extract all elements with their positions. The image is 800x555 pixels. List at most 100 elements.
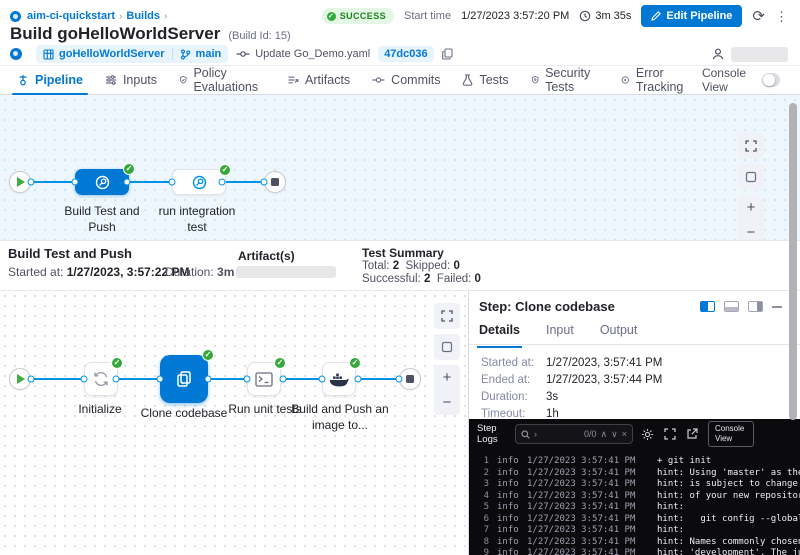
tab-error-tracking[interactable]: Error Tracking (610, 66, 701, 94)
elapsed-time: 3m 35s (595, 10, 631, 22)
console-view-label: Console View (702, 66, 754, 94)
fullscreen-button[interactable] (738, 133, 764, 159)
tab-tests[interactable]: Tests (451, 66, 519, 94)
connector-dot (244, 376, 251, 383)
layout-right-view-icon[interactable] (748, 301, 763, 312)
layout-split-view-icon[interactable] (700, 301, 715, 312)
search-count: 0/0 (584, 429, 597, 439)
user-name-redacted (731, 47, 788, 62)
app-root: aim-ci-quickstart › Builds › ✓ SUCCESS S… (0, 0, 800, 555)
log-search-input[interactable]: › 0/0 ∧ ∨ × (515, 424, 633, 444)
zoom-in-button[interactable]: + (738, 195, 764, 220)
fullscreen-icon[interactable] (664, 428, 676, 440)
pill-divider (172, 48, 173, 60)
search-prompt: › (534, 429, 537, 439)
tab-artifacts[interactable]: Artifacts (276, 66, 361, 94)
page-header: aim-ci-quickstart › Builds › ✓ SUCCESS S… (0, 0, 800, 66)
step-graph-controls: + − (434, 303, 460, 415)
console-actions: Console View (641, 421, 754, 447)
repo-branch-pill: goHelloWorldServer main (36, 45, 228, 63)
search-prev-icon[interactable]: ∧ (601, 429, 608, 440)
console-view-toggle[interactable] (762, 73, 780, 87)
harness-logo-icon (10, 48, 22, 60)
commit-icon (236, 49, 250, 59)
connector-dot (261, 179, 268, 186)
graph-edge (208, 378, 247, 380)
repo-link[interactable]: goHelloWorldServer (59, 48, 165, 60)
edit-pipeline-label: Edit Pipeline (666, 10, 732, 22)
tab-security-tests[interactable]: Security Tests (520, 66, 611, 94)
log-lines[interactable]: 1info1/27/2023 3:57:41 PM+ git init 2inf… (469, 449, 800, 555)
search-close-icon[interactable]: × (622, 429, 627, 439)
connector-dot (72, 179, 79, 186)
artifact-link-redacted[interactable] (236, 266, 336, 278)
step-panel-title: Step: Clone codebase (479, 299, 615, 314)
layout-bottom-view-icon[interactable] (724, 301, 739, 312)
connector-dot (81, 376, 88, 383)
panel-layout-controls (700, 301, 782, 312)
step-execution-graph: ✓ ✓ ✓ ✓ Initialize Clone codebase Run un… (0, 290, 468, 555)
connector-dot (205, 376, 212, 383)
commits-icon (372, 75, 385, 85)
tab-output[interactable]: Output (600, 323, 638, 344)
start-time-label: Start time (404, 10, 451, 22)
refresh-icon[interactable]: ⟳ (752, 9, 765, 24)
step-logs-console: Step Logs › 0/0 ∧ ∨ × Console View (469, 419, 800, 555)
success-check-icon: ✓ (349, 357, 361, 369)
fit-to-view-button[interactable] (434, 334, 460, 360)
step-node-run-unit-tests[interactable]: ✓ (247, 362, 281, 396)
edit-pipeline-button[interactable]: Edit Pipeline (641, 5, 742, 27)
tab-inputs[interactable]: Inputs (94, 66, 168, 94)
tab-label: Artifacts (305, 73, 350, 87)
external-link-icon[interactable] (686, 428, 698, 440)
page-title: Build goHelloWorldServer (10, 24, 220, 44)
test-summary-line1: Total: 2 Skipped: 0 (362, 260, 460, 272)
stop-icon (271, 178, 279, 186)
tab-commits[interactable]: Commits (361, 66, 451, 94)
terminal-icon (255, 372, 273, 387)
fullscreen-button[interactable] (434, 303, 460, 329)
tab-label: Error Tracking (636, 66, 691, 94)
step-panel-tabs: Details Input Output (469, 323, 800, 345)
zoom-out-button[interactable]: − (434, 390, 460, 415)
connector-dot (355, 376, 362, 383)
page-scrollbar[interactable] (789, 103, 797, 420)
title-row: Build goHelloWorldServer (Build Id: 15) (10, 24, 291, 44)
success-check-icon: ✓ (202, 349, 214, 361)
step-node-build-and-push-image[interactable]: ✓ (322, 362, 356, 396)
tests-flask-icon (462, 74, 473, 86)
copy-icon[interactable] (442, 48, 453, 60)
stage-execution-graph: ✓ ✓ Build Test and Push run integration … (0, 95, 800, 240)
commit-message-text: Update Go_Demo.yaml (255, 48, 370, 60)
stage-node-build-test-and-push[interactable]: ✓ (75, 169, 129, 195)
branch-link[interactable]: main (196, 48, 222, 60)
docker-icon (329, 372, 349, 387)
settings-gear-icon[interactable] (641, 428, 654, 441)
branch-icon (180, 49, 191, 60)
breadcrumb-separator: › (119, 11, 122, 22)
kebab-menu-icon[interactable]: ⋮ (775, 10, 788, 23)
commit-sha-link[interactable]: 47dc036 (378, 46, 433, 62)
minimize-icon[interactable] (772, 306, 782, 308)
connector-dot (396, 376, 403, 383)
tab-pipeline[interactable]: Pipeline (6, 66, 94, 94)
graph-edge (31, 378, 84, 380)
search-next-icon[interactable]: ∨ (611, 429, 618, 440)
zoom-in-button[interactable]: + (434, 365, 460, 390)
ci-stage-icon (95, 175, 110, 190)
log-row: 4info1/27/2023 3:57:41 PMhint: of your n… (473, 491, 800, 503)
tab-label: Inputs (123, 73, 157, 87)
console-view-button[interactable]: Console View (708, 421, 754, 447)
graph-edge (127, 181, 172, 183)
tab-policy-evaluations[interactable]: Policy Evaluations (168, 66, 276, 94)
tab-details[interactable]: Details (479, 323, 520, 344)
connector-dot (319, 376, 326, 383)
tab-input[interactable]: Input (546, 323, 574, 344)
step-node-clone-codebase[interactable]: ✓ (160, 355, 208, 403)
fit-to-view-button[interactable] (738, 164, 764, 190)
breadcrumb-project[interactable]: aim-ci-quickstart (27, 10, 115, 22)
stage-details-strip: Build Test and Push Started at: 1/27/202… (0, 240, 800, 290)
detail-row: Started at:1/27/2023, 3:57:41 PM (481, 357, 781, 369)
breadcrumb-builds[interactable]: Builds (126, 10, 160, 22)
build-id: (Build Id: 15) (228, 30, 290, 42)
